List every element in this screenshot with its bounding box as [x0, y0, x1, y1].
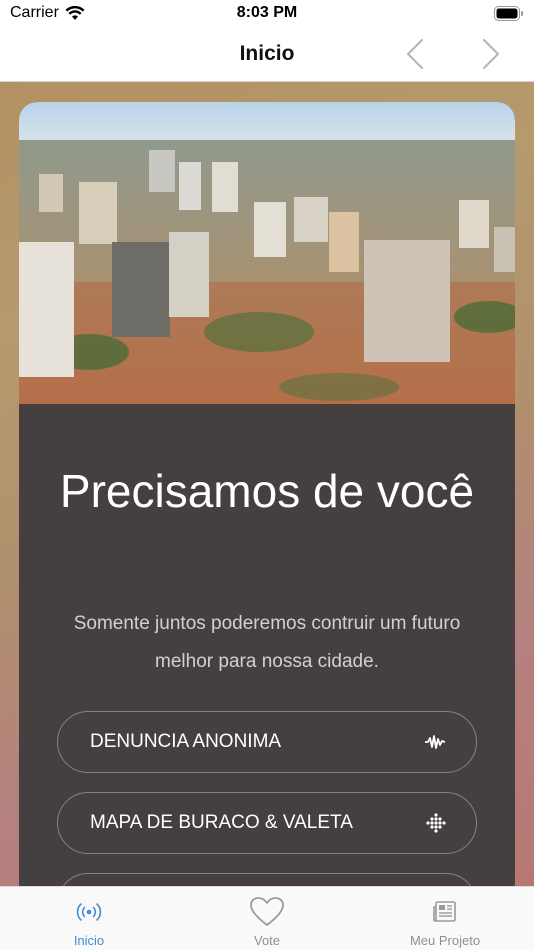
audio-wave-icon — [425, 735, 446, 749]
status-bar: Carrier 8:03 PM — [0, 0, 534, 30]
anonymous-report-button[interactable]: DENUNCIA ANONIMA — [57, 711, 477, 773]
dots-grid-icon — [426, 813, 446, 833]
card-title: Precisamos de você — [59, 465, 475, 517]
chevron-left-icon — [406, 38, 424, 70]
tab-meu-projeto-label: Meu Projeto — [409, 933, 481, 948]
newspaper-icon — [433, 901, 456, 922]
heart-icon — [250, 897, 284, 926]
navigation-bar: Inicio — [0, 30, 534, 82]
battery-icon — [494, 6, 523, 21]
forward-button[interactable] — [474, 38, 506, 70]
tab-vote[interactable]: Vote — [178, 887, 356, 950]
tab-meu-projeto[interactable]: Meu Projeto — [356, 887, 534, 950]
app-screen: Carrier 8:03 PM Inicio Precisamos de voc… — [0, 0, 534, 950]
broadcast-icon — [76, 903, 102, 921]
card-subtitle: Somente juntos poderemos contruir um fut… — [73, 613, 461, 672]
page-title: Inicio — [239, 42, 295, 65]
status-time: 8:03 PM — [236, 4, 298, 21]
chevron-right-icon — [482, 38, 500, 70]
pothole-map-button[interactable]: MAPA DE BURACO & VALETA — [57, 792, 477, 854]
anonymous-report-label: DENUNCIA ANONIMA — [90, 731, 282, 752]
back-button[interactable] — [400, 38, 432, 70]
tab-bar: Inicio Vote Meu Projeto — [0, 886, 534, 950]
tab-vote-label: Vote — [253, 933, 281, 948]
tab-inicio[interactable]: Inicio — [0, 887, 178, 950]
pothole-map-label: MAPA DE BURACO & VALETA — [90, 812, 353, 833]
home-card: Precisamos de você Somente juntos podere… — [19, 102, 515, 902]
tab-inicio-label: Inicio — [73, 933, 105, 948]
city-skyline-image — [19, 102, 515, 404]
